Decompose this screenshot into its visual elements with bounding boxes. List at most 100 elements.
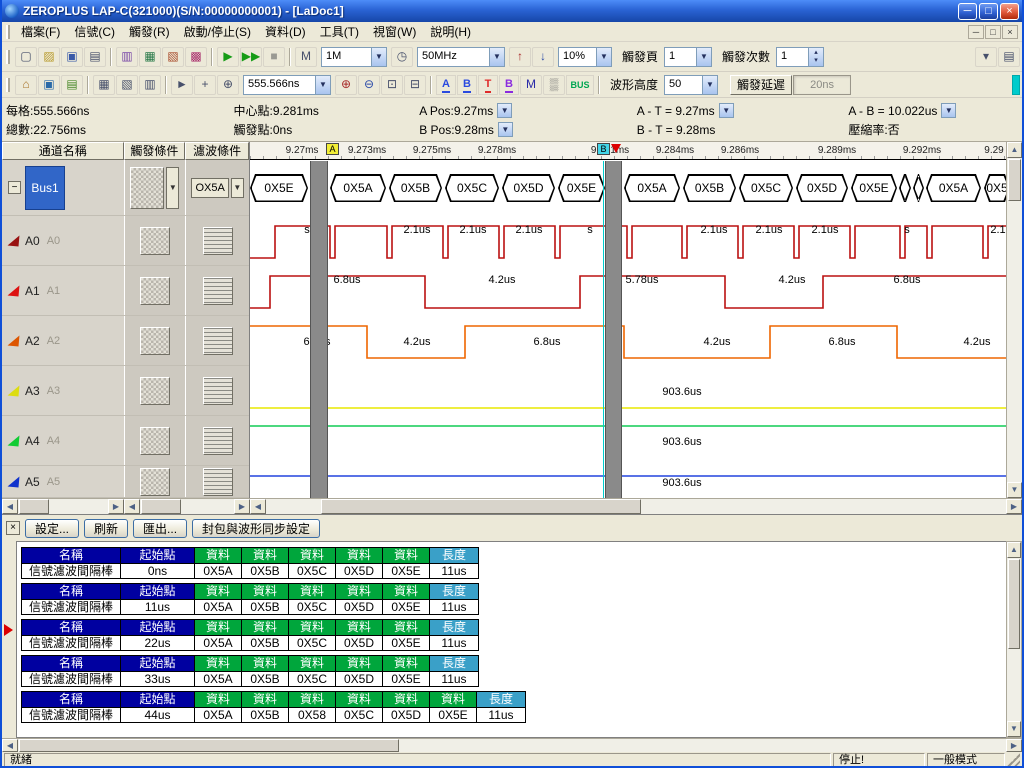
- menu-item[interactable]: 說明(H): [423, 23, 478, 41]
- sample-rate-combo[interactable]: 50MHz▼: [417, 47, 505, 67]
- hand-tool-icon[interactable]: +: [194, 75, 216, 95]
- filter-condition-button[interactable]: [203, 227, 233, 255]
- split-view-icon[interactable]: ▥: [139, 75, 161, 95]
- scroll-down-icon[interactable]: ▼: [1007, 721, 1021, 737]
- trigger-fall-icon[interactable]: ↓: [532, 47, 554, 67]
- grid-view-icon[interactable]: ▦: [93, 75, 115, 95]
- chevron-down-icon[interactable]: ▼: [596, 48, 611, 66]
- wave-hscroll-thumb[interactable]: [321, 499, 641, 514]
- stop-icon[interactable]: ■: [263, 47, 285, 67]
- waveform-area[interactable]: 9.27ms9.273ms9.275ms9.278ms9.281ms9.284m…: [250, 142, 1006, 498]
- scroll-right-icon[interactable]: ▶: [108, 499, 124, 514]
- channel-name-header[interactable]: 通道名稱: [2, 142, 124, 160]
- overlay-view-icon[interactable]: ▧: [116, 75, 138, 95]
- channel-name-cell[interactable]: A4A4: [2, 416, 124, 465]
- panel-hscroll-track[interactable]: [18, 499, 108, 514]
- save-icon[interactable]: ▣: [61, 47, 83, 67]
- channel-name-cell[interactable]: A1A1: [2, 266, 124, 315]
- document-close-button[interactable]: ×: [1002, 25, 1018, 39]
- document-restore-button[interactable]: □: [985, 25, 1001, 39]
- packet-refresh-button[interactable]: 刷新: [84, 519, 128, 538]
- menu-item[interactable]: 觸發(R): [122, 23, 177, 41]
- vscroll-track[interactable]: [1007, 202, 1022, 482]
- snapshot-icon[interactable]: ▣: [38, 75, 60, 95]
- menu-item[interactable]: 視窗(W): [366, 23, 423, 41]
- packet-row[interactable]: 名稱起始點資料資料資料資料資料長度信號濾波間隔棒22us0X5A0X5B0X5C…: [21, 619, 1006, 651]
- bus-row[interactable]: −Bus1▼OX5A▼: [2, 160, 249, 216]
- scroll-left-icon[interactable]: ◀: [250, 499, 266, 514]
- zoom-in-icon[interactable]: ⊕: [335, 75, 357, 95]
- new-file-icon[interactable]: ▢: [15, 47, 37, 67]
- image-export-icon[interactable]: ▤: [61, 75, 83, 95]
- restore-button[interactable]: □: [979, 3, 998, 20]
- noise-filter-icon[interactable]: ▒: [543, 75, 565, 95]
- packet-hscroll-thumb[interactable]: [19, 739, 399, 752]
- a-bar-marker[interactable]: A: [326, 143, 339, 155]
- chevron-down-icon[interactable]: ▼: [941, 103, 956, 118]
- filter-condition-header[interactable]: 濾波條件: [185, 142, 249, 160]
- trigger-count-spinner[interactable]: 1▴▾: [776, 47, 824, 67]
- bus-setup-icon[interactable]: ▧: [162, 47, 184, 67]
- zoom-fit-icon[interactable]: ⊡: [381, 75, 403, 95]
- chevron-down-icon[interactable]: ▼: [166, 167, 179, 209]
- packet-vscroll-track[interactable]: [1007, 650, 1021, 721]
- packet-row[interactable]: 名稱起始點資料資料資料資料資料長度信號濾波間隔棒11us0X5A0X5B0X5C…: [21, 583, 1006, 615]
- memory-depth-icon[interactable]: M: [295, 47, 317, 67]
- panel-hscroll-thumb[interactable]: [19, 499, 49, 514]
- time-scale-combo[interactable]: 555.566ns▼: [243, 75, 331, 95]
- zoom-prev-icon[interactable]: ⊟: [404, 75, 426, 95]
- channel-row[interactable]: A5A5: [2, 466, 249, 498]
- menu-item[interactable]: 信號(C): [67, 23, 122, 41]
- toolbar-options-icon[interactable]: ▾: [975, 47, 997, 67]
- scroll-right-icon[interactable]: ▶: [1006, 739, 1022, 752]
- cond-hscroll-thumb[interactable]: [141, 499, 181, 514]
- b-bar-marker[interactable]: B: [597, 143, 610, 155]
- zoom-tool-icon[interactable]: ⊕: [217, 75, 239, 95]
- waveform-view-icon[interactable]: ▥: [116, 47, 138, 67]
- channel-row[interactable]: A0A0: [2, 216, 249, 266]
- close-button[interactable]: ×: [1000, 3, 1019, 20]
- channel-name-cell[interactable]: A5A5: [2, 466, 124, 497]
- channel-name-cell[interactable]: A3A3: [2, 366, 124, 415]
- trigger-condition-button[interactable]: [140, 327, 170, 355]
- menu-item[interactable]: 啟動/停止(S): [177, 23, 258, 41]
- print-icon[interactable]: ▤: [84, 47, 106, 67]
- bus-name-cell[interactable]: −Bus1: [2, 160, 124, 215]
- chevron-down-icon[interactable]: ▼: [498, 122, 513, 137]
- trigger-condition-button[interactable]: [140, 427, 170, 455]
- compressed-data-bar[interactable]: [605, 161, 622, 498]
- bus-icon[interactable]: BUS: [566, 75, 594, 95]
- scroll-up-icon[interactable]: ▲: [1007, 142, 1022, 158]
- list-view-icon[interactable]: ▦: [139, 47, 161, 67]
- trigger-condition-button[interactable]: [140, 227, 170, 255]
- filter-condition-button[interactable]: [203, 327, 233, 355]
- b-bar-button[interactable]: B: [457, 75, 477, 95]
- chevron-down-icon[interactable]: ▼: [696, 48, 711, 66]
- packet-settings-button[interactable]: 設定...: [25, 519, 79, 538]
- a-bar-button[interactable]: A: [436, 75, 456, 95]
- chevron-down-icon[interactable]: ▼: [489, 48, 504, 66]
- packet-row[interactable]: 名稱起始點資料資料資料資料資料長度信號濾波間隔棒33us0X5A0X5B0X5C…: [21, 655, 1006, 687]
- chevron-down-icon[interactable]: ▼: [371, 48, 386, 66]
- packet-vscroll-thumb[interactable]: [1008, 559, 1020, 649]
- home-icon[interactable]: ⌂: [15, 75, 37, 95]
- compressed-data-bar[interactable]: [310, 161, 328, 498]
- scroll-down-icon[interactable]: ▼: [1007, 482, 1022, 498]
- scroll-left-icon[interactable]: ◀: [124, 499, 140, 514]
- trigger-rise-icon[interactable]: ↑: [509, 47, 531, 67]
- menu-item[interactable]: 工具(T): [313, 23, 366, 41]
- filter-condition-button[interactable]: [203, 277, 233, 305]
- wave-height-combo[interactable]: 50▼: [664, 75, 718, 95]
- select-cursor-icon[interactable]: ►: [171, 75, 193, 95]
- spinner-arrows-icon[interactable]: ▴▾: [808, 48, 823, 66]
- channel-setup-icon[interactable]: ▩: [185, 47, 207, 67]
- filter-condition-button[interactable]: [203, 468, 233, 496]
- channel-row[interactable]: A1A1: [2, 266, 249, 316]
- packet-panel-close-button[interactable]: ×: [6, 521, 20, 535]
- channel-name-cell[interactable]: A0A0: [2, 216, 124, 265]
- menu-item[interactable]: 資料(D): [258, 23, 313, 41]
- repeat-run-icon[interactable]: ▶▶: [240, 47, 262, 67]
- packet-sync-button[interactable]: 封包與波形同步設定: [192, 519, 320, 538]
- zoom-out-icon[interactable]: ⊖: [358, 75, 380, 95]
- toolbar-grip[interactable]: [6, 50, 10, 64]
